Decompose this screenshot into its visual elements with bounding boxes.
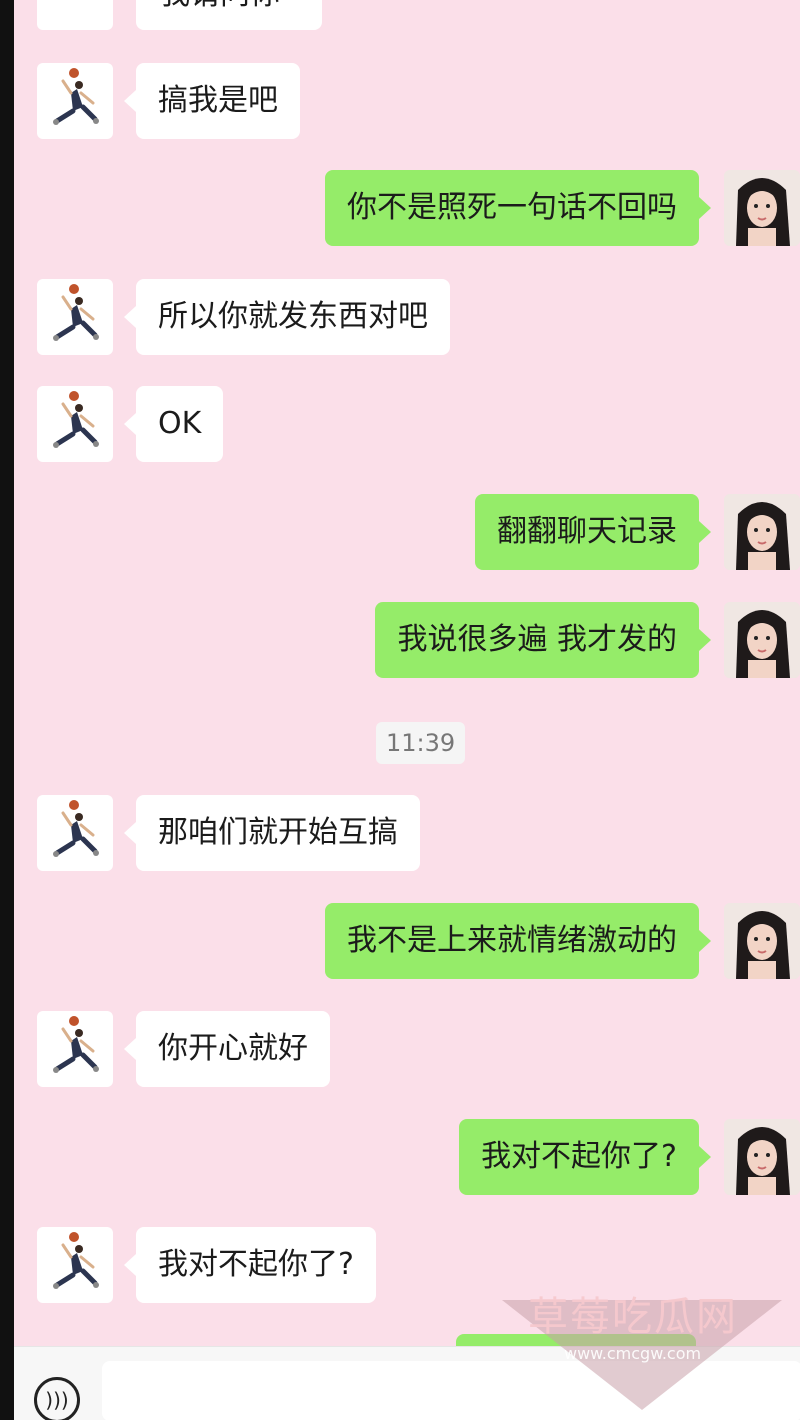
user-avatar[interactable]	[724, 494, 800, 570]
basketball-player-icon	[53, 1232, 99, 1289]
user-avatar[interactable]	[724, 903, 800, 979]
contact-avatar[interactable]	[37, 795, 113, 871]
message-bubble-received[interactable]: OK	[123, 386, 224, 462]
user-avatar[interactable]	[724, 1119, 800, 1195]
contact-avatar[interactable]	[37, 0, 113, 30]
woman-portrait-icon	[724, 494, 800, 570]
message-bubble-sent[interactable]: 我不是上来就情绪激动的	[325, 903, 711, 979]
watermark: 草莓吃瓜网 www.cmcgw.com	[502, 1276, 800, 1420]
watermark-title: 草莓吃瓜网	[528, 1294, 738, 1340]
basketball-player-icon	[53, 391, 99, 448]
contact-avatar[interactable]	[37, 279, 113, 355]
voice-icon[interactable]: )))	[34, 1377, 80, 1420]
message-bubble-sent[interactable]: 我对不起你了?	[459, 1119, 711, 1195]
message-bubble-received[interactable]: 所以你就发东西对吧	[124, 279, 450, 355]
user-avatar[interactable]	[724, 602, 800, 678]
message-bubble-sent[interactable]: 你不是照死一句话不回吗	[325, 170, 711, 246]
contact-avatar[interactable]	[37, 386, 113, 462]
contact-avatar[interactable]	[37, 1227, 113, 1303]
woman-portrait-icon	[724, 170, 800, 246]
basketball-player-icon	[53, 1016, 99, 1073]
basketball-player-icon	[53, 68, 99, 125]
woman-portrait-icon	[724, 602, 800, 678]
message-bubble-partial: 我请问你	[136, 0, 322, 30]
woman-portrait-icon	[724, 1119, 800, 1195]
message-bubble-received[interactable]: 那咱们就开始互搞	[124, 795, 420, 871]
user-avatar[interactable]	[724, 170, 800, 246]
message-bubble-sent[interactable]: 我说很多遍 我才发的	[375, 602, 711, 678]
contact-avatar[interactable]	[37, 1011, 113, 1087]
basketball-player-icon	[53, 800, 99, 857]
timestamp: 11:39	[376, 722, 466, 764]
message-bubble-received[interactable]: 你开心就好	[124, 1011, 330, 1087]
basketball-player-icon	[53, 284, 99, 341]
message-bubble-sent[interactable]: 翻翻聊天记录	[475, 494, 711, 570]
chat-screen: 我请问你 搞我是吧 你不是照死一句话不回吗	[14, 0, 800, 1420]
contact-avatar[interactable]	[37, 63, 113, 139]
woman-portrait-icon	[724, 903, 800, 979]
watermark-url: www.cmcgw.com	[564, 1344, 702, 1363]
message-bubble-received[interactable]: 搞我是吧	[124, 63, 300, 139]
message-bubble-received[interactable]: 我对不起你了?	[124, 1227, 376, 1303]
